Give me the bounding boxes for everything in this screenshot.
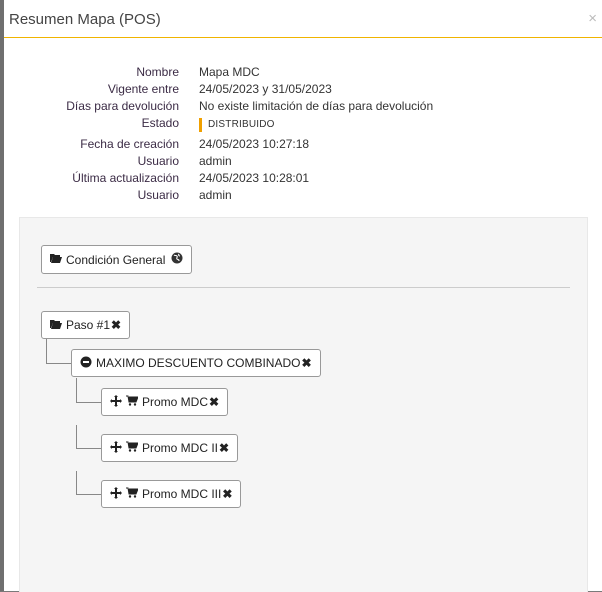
folder-open-icon — [50, 253, 62, 266]
close-icon[interactable]: ✖ — [222, 487, 232, 501]
general-condition-button[interactable]: Condición General — [41, 245, 193, 274]
modal-header: Resumen Mapa (POS) × — [4, 0, 602, 38]
promo-label: Promo MDC — [142, 395, 209, 409]
promo-label: Promo MDC II — [142, 441, 219, 455]
info-label: Última actualización — [72, 171, 179, 185]
map-tree-panel: Condición General Paso #1 ✖ MAXIMO DESCU… — [19, 217, 588, 592]
step-label: Paso #1 — [66, 318, 111, 332]
info-row-status: Estado DISTRIBUIDO — [4, 115, 602, 136]
close-button[interactable]: × — [588, 10, 597, 27]
close-icon[interactable]: ✖ — [209, 395, 219, 409]
general-condition-label: Condición General — [66, 252, 166, 267]
tree-connector — [76, 402, 102, 403]
info-label: Estado — [141, 116, 179, 130]
close-icon[interactable]: ✖ — [111, 318, 121, 332]
cart-icon — [126, 487, 139, 501]
info-row-created-user: Usuario admin — [4, 153, 602, 170]
promo-label: Promo MDC III — [142, 487, 222, 501]
status-badge: DISTRIBUIDO — [199, 118, 275, 132]
group-node[interactable]: MAXIMO DESCUENTO COMBINADO ✖ — [71, 349, 321, 377]
promo-node[interactable]: Promo MDC III ✖ — [101, 480, 242, 508]
tree-connector — [46, 339, 47, 364]
tree-connector — [76, 425, 77, 449]
folder-open-icon — [50, 319, 62, 332]
info-value: admin — [199, 188, 232, 202]
info-label: Usuario — [137, 154, 179, 168]
modal-title: Resumen Mapa (POS) — [9, 11, 161, 28]
divider — [37, 287, 570, 288]
info-row-created: Fecha de creación 24/05/2023 10:27:18 — [4, 136, 602, 153]
globe-icon — [171, 252, 183, 267]
move-icon — [110, 440, 122, 456]
close-icon[interactable]: ✖ — [219, 441, 229, 455]
close-icon[interactable]: ✖ — [301, 356, 311, 370]
move-icon — [110, 394, 122, 410]
tree-connector — [76, 471, 77, 495]
step-node[interactable]: Paso #1 ✖ — [41, 311, 131, 339]
tree-connector — [76, 378, 77, 403]
info-row-validity: Vigente entre 24/05/2023 y 31/05/2023 — [4, 81, 602, 98]
cart-icon — [126, 395, 139, 409]
info-value: No existe limitación de días para devolu… — [199, 99, 434, 113]
tree-connector — [46, 363, 72, 364]
info-label: Días para devolución — [66, 99, 179, 113]
tree-connector — [76, 494, 102, 495]
tree-connector — [76, 448, 102, 449]
info-value: admin — [199, 154, 232, 168]
promo-node[interactable]: Promo MDC II ✖ — [101, 434, 239, 462]
info-row-return-days: Días para devolución No existe limitació… — [4, 98, 602, 115]
info-label: Vigente entre — [107, 82, 179, 96]
summary-modal: Resumen Mapa (POS) × Nombre Mapa MDC Vig… — [4, 0, 602, 592]
info-row-updated: Última actualización 24/05/2023 10:28:01 — [4, 170, 602, 187]
info-label: Nombre — [136, 65, 179, 79]
info-value: 24/05/2023 10:27:18 — [199, 137, 310, 151]
info-value: Mapa MDC — [199, 65, 260, 79]
info-value: 24/05/2023 10:28:01 — [199, 171, 310, 185]
info-row-name: Nombre Mapa MDC — [4, 64, 602, 81]
summary-info: Nombre Mapa MDC Vigente entre 24/05/2023… — [4, 64, 602, 204]
group-label: MAXIMO DESCUENTO COMBINADO — [96, 356, 301, 370]
move-icon — [110, 486, 122, 502]
cart-icon — [126, 441, 139, 455]
promo-node[interactable]: Promo MDC ✖ — [101, 388, 229, 416]
minus-circle-icon — [80, 356, 92, 371]
info-label: Fecha de creación — [80, 137, 179, 151]
info-label: Usuario — [137, 188, 179, 202]
info-row-updated-user: Usuario admin — [4, 187, 602, 204]
info-value: 24/05/2023 y 31/05/2023 — [199, 82, 332, 96]
